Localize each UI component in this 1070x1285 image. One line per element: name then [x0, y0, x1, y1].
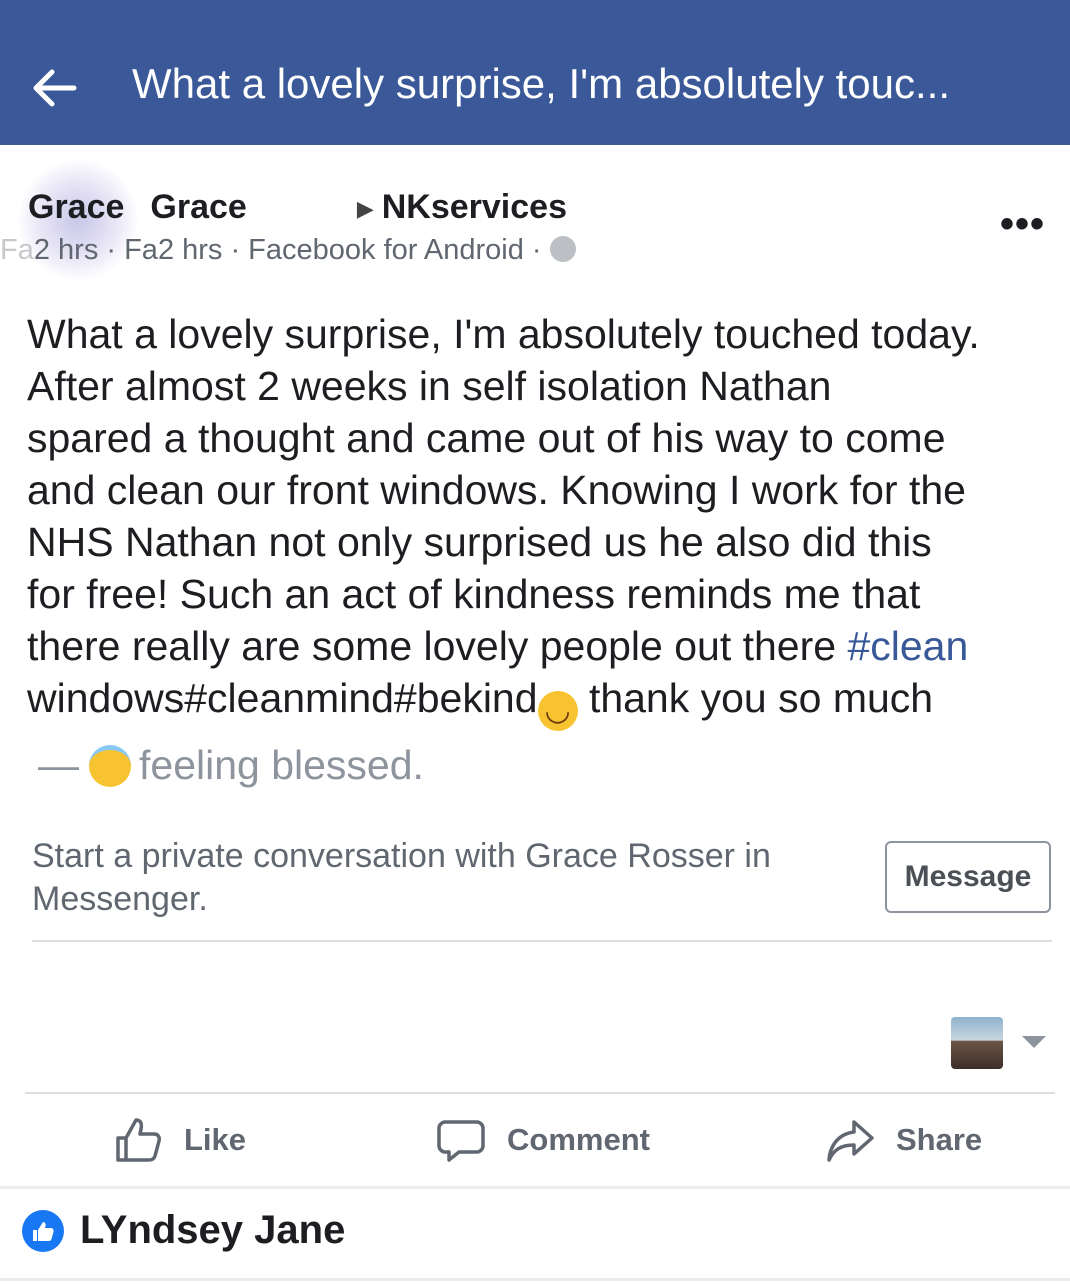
post-text-line: and clean our front windows. Knowing I w… — [27, 467, 966, 513]
halo-smile-emoji-icon — [89, 745, 131, 787]
meta-time-ghost: 2 hrs · Fa — [33, 234, 158, 266]
reactor-name[interactable]: LYndsey Jane — [80, 1208, 345, 1253]
top-bar: What a lovely surprise, I'm absolutely t… — [0, 0, 1070, 145]
divider — [0, 1278, 1070, 1281]
thumbs-up-icon — [116, 1118, 161, 1162]
post-meta: Fa2 hrs · Fa2 hrs · Facebook for Android… — [0, 234, 576, 267]
reaction-row[interactable]: LYndsey Jane — [22, 1208, 345, 1253]
post-text-line: After almost 2 weeks in self isolation N… — [27, 363, 832, 409]
author-line: Grace Grace ▶ NKservices — [28, 188, 567, 227]
globe-icon — [549, 236, 576, 262]
more-options-icon[interactable]: ••• — [1000, 202, 1045, 247]
author-name-ghost[interactable]: Grace — [28, 188, 124, 226]
feeling-dash: — — [38, 742, 79, 788]
divider — [32, 940, 1052, 942]
hashtag-links[interactable]: windows#cleanmind#bekind — [27, 675, 538, 721]
post-text-segment: there really are some lovely people out … — [27, 623, 848, 669]
share-button[interactable]: Share — [826, 1112, 982, 1168]
feeling-text: feeling blessed. — [139, 742, 424, 788]
comment-label: Comment — [507, 1122, 650, 1157]
divider — [0, 1186, 1070, 1189]
hashtag-clean-link[interactable]: #clean — [847, 623, 968, 669]
target-page-link[interactable]: NKservices — [382, 188, 567, 226]
viewer-avatar[interactable] — [951, 1017, 1003, 1069]
smiling-emoji-icon: ◡ — [537, 691, 578, 731]
post-text-line: there really are some lovely people out … — [27, 620, 1067, 672]
messenger-prompt: Start a private conversation with Grace … — [32, 837, 771, 918]
chevron-down-icon[interactable] — [1022, 1036, 1046, 1048]
post-text-line: NHS Nathan not only surprised us he also… — [27, 519, 932, 565]
post-text-line: What a lovely surprise, I'm absolutely t… — [27, 311, 980, 357]
post-header: Grace Grace ▶ NKservices Fa2 hrs · Fa2 hrs … — [0, 150, 1070, 290]
divider — [25, 1092, 1055, 1094]
author-name[interactable]: Grace — [150, 188, 246, 226]
message-button[interactable]: Message — [885, 841, 1051, 913]
post-text-line: spared a thought and came out of his way… — [27, 415, 946, 461]
share-label: Share — [896, 1122, 983, 1157]
comment-button[interactable]: Comment — [437, 1112, 650, 1168]
feeling-activity: — feeling blessed. — [38, 742, 424, 789]
like-button[interactable]: Like — [114, 1112, 246, 1168]
page-title: What a lovely surprise, I'm absolutely t… — [132, 60, 951, 107]
triangle-right-icon: ▶ — [356, 196, 374, 222]
comment-bubble-icon — [437, 1120, 485, 1162]
post-text: What a lovely surprise, I'm absolutely t… — [27, 308, 1067, 731]
post-text-line: for free! Such an act of kindness remind… — [27, 571, 921, 617]
post-text-line: windows#cleanmind#bekind ◡ thank you so m… — [27, 672, 1067, 731]
post-text-segment: thank you so much — [577, 675, 934, 721]
like-label: Like — [184, 1122, 247, 1157]
meta-ghost: Fa — [0, 234, 34, 266]
back-arrow-icon[interactable] — [30, 66, 78, 110]
share-arrow-icon — [827, 1120, 874, 1162]
meta-time[interactable]: 2 hrs · Facebook for Android · — [158, 234, 542, 266]
like-badge-icon — [22, 1209, 64, 1252]
